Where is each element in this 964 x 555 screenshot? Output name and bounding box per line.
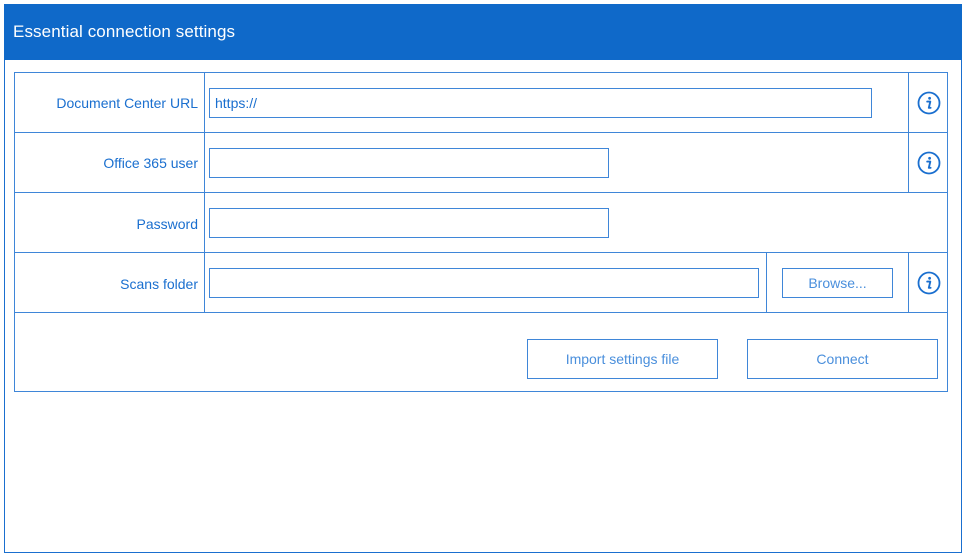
office365-user-label: Office 365 user (103, 155, 198, 171)
label-column-divider (204, 73, 205, 312)
title-bar: Essential connection settings (4, 4, 962, 60)
row-divider (15, 132, 947, 133)
info-circle-icon[interactable] (917, 151, 941, 175)
browse-button[interactable]: Browse... (782, 268, 893, 298)
row-divider (15, 192, 947, 193)
document-center-url-label: Document Center URL (56, 95, 198, 111)
import-settings-button[interactable]: Import settings file (527, 339, 718, 379)
scans-folder-label: Scans folder (120, 276, 198, 292)
connect-button[interactable]: Connect (747, 339, 938, 379)
info-circle-icon[interactable] (917, 91, 941, 115)
office365-user-input[interactable] (209, 148, 609, 178)
browse-column-divider (766, 253, 767, 312)
info-column-divider (908, 73, 909, 192)
password-label: Password (136, 216, 198, 232)
document-center-url-input[interactable]: https:// (209, 88, 872, 118)
row-divider (15, 312, 947, 313)
password-input[interactable] (209, 208, 609, 238)
page-title: Essential connection settings (13, 22, 236, 41)
settings-form: Document Center URL https:// Office 365 … (14, 72, 948, 392)
scans-folder-input[interactable] (209, 268, 759, 298)
info-column-divider (908, 253, 909, 312)
row-divider (15, 252, 947, 253)
info-circle-icon[interactable] (917, 271, 941, 295)
